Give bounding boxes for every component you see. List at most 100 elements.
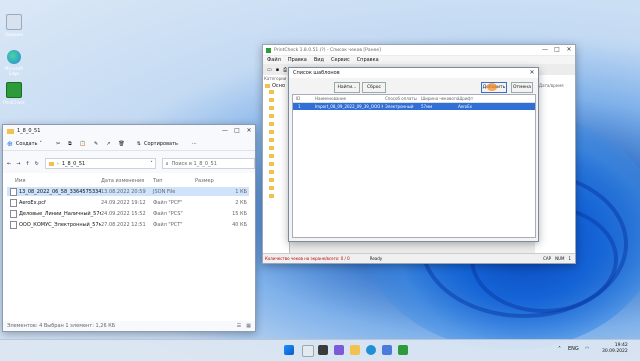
datetime-header[interactable]: Дата/время (535, 75, 575, 88)
path-box[interactable]: › 1_8_0_51 ˅ (44, 158, 156, 169)
table-row[interactable]: ООО_КОМУС_Электронный_57мм_v1_8... 27.08… (7, 220, 249, 229)
menu-service[interactable]: Сервис (331, 57, 350, 63)
paste-icon[interactable]: 📋 (80, 141, 86, 147)
clock[interactable]: 19:42 30.09.2022 (602, 343, 628, 355)
explorer-titlebar[interactable]: 1_8_0_51 — □ ✕ (3, 125, 255, 137)
folder-icon[interactable] (269, 178, 274, 182)
menu-help[interactable]: Справка (357, 57, 379, 63)
col-size[interactable]: Размер (195, 178, 214, 184)
chevron-down-icon[interactable]: ˅ (150, 161, 153, 167)
rename-icon[interactable]: ✎ (94, 141, 98, 147)
col-font[interactable]: Шрифт (458, 96, 473, 101)
share-icon[interactable]: ↗ (106, 141, 110, 147)
tiles-view-icon[interactable]: ▦ (246, 323, 251, 329)
search-box[interactable]: ⌕ Поиск в 1_8_0_51 (161, 158, 255, 169)
folder-icon[interactable] (269, 194, 274, 198)
back-icon[interactable]: ← (7, 161, 11, 167)
up-icon[interactable]: ↑ (25, 161, 29, 167)
folder-icon[interactable] (269, 170, 274, 174)
minimize-button[interactable]: — (219, 126, 231, 136)
table-row[interactable]: Деловые_Линии_Наличный_57мм_v1_8... 24.0… (7, 209, 249, 218)
table-row[interactable]: AeroEx.pcf 24.09.2022 19:12 Файл "PCF" 2… (7, 198, 249, 207)
task-view-icon[interactable] (318, 345, 328, 355)
details-view-icon[interactable]: ☰ (237, 323, 241, 329)
chevron-down-icon: ˅ (39, 141, 42, 147)
copy-icon[interactable]: ⧉ (68, 141, 72, 147)
menu-file[interactable]: Файл (267, 57, 281, 63)
folder-icon[interactable] (269, 130, 274, 134)
start-icon[interactable] (284, 345, 294, 355)
col-type[interactable]: Тип (153, 178, 163, 184)
tree-root[interactable]: Осно (265, 83, 285, 89)
wifi-icon[interactable]: ◠ (585, 346, 589, 352)
find-button[interactable]: Найти... (334, 82, 360, 93)
close-button[interactable]: ✕ (243, 126, 255, 136)
sort-button[interactable]: Сортировать (144, 141, 178, 147)
col-name[interactable]: Имя (15, 178, 26, 184)
close-button[interactable]: ✕ (526, 68, 538, 78)
col-id[interactable]: ID (296, 96, 300, 101)
table-row[interactable]: 13_08_2022_06_58_336457533416051084049 1… (7, 187, 249, 196)
maximize-button[interactable]: □ (551, 45, 563, 55)
col-date[interactable]: Дата изменения (101, 178, 144, 184)
folder-icon[interactable] (269, 186, 274, 190)
templates-table: ID Наименование Способ оплаты Ширина чек… (292, 94, 536, 238)
folder-icon[interactable] (269, 146, 274, 150)
print-icon[interactable]: ⎙ (283, 67, 287, 73)
folder-icon[interactable] (269, 138, 274, 142)
explorer-title: 1_8_0_51 (17, 128, 41, 134)
folder-icon[interactable] (269, 90, 274, 94)
cut-icon[interactable]: ✂ (56, 141, 60, 147)
maximize-button[interactable]: □ (231, 126, 243, 136)
explorer-taskbar-icon[interactable] (350, 345, 360, 355)
file-type: Файл "PCS" (153, 210, 183, 217)
file-date: 27.08.2022 12:51 (101, 221, 146, 228)
folder-icon[interactable] (269, 114, 274, 118)
printcheck-icon (6, 82, 22, 98)
table-row[interactable]: 1 Import_08_09_2022_09_39_OOO КОМУС_Э...… (293, 103, 535, 110)
forward-icon[interactable]: → (16, 161, 20, 167)
reset-button[interactable]: Сброс (362, 82, 386, 93)
templates-dialog: Список шаблонов ✕ Найти... Сброс Добавит… (288, 67, 539, 242)
refresh-icon[interactable]: ↻ (35, 161, 39, 167)
close-button[interactable]: ✕ (563, 45, 575, 55)
menu-view[interactable]: Вид (314, 57, 324, 63)
store-taskbar-icon[interactable] (382, 345, 392, 355)
app-statusbar: Количество чеков на экране/всего: 0 / 0 … (263, 253, 575, 263)
col-name[interactable]: Наименование (315, 96, 346, 101)
path-segment[interactable]: 1_8_0_51 (62, 161, 85, 167)
col-width[interactable]: Ширина чекового... (421, 96, 462, 101)
menu-edit[interactable]: Правка (288, 57, 307, 63)
save-icon[interactable]: ▪ (276, 67, 279, 73)
printcheck-title: PrintCheck 1.8.0.51 (?) - Список чеков [… (274, 47, 381, 53)
recycle-bin-icon (6, 14, 22, 30)
folder-icon[interactable] (269, 154, 274, 158)
chat-icon[interactable] (334, 345, 344, 355)
folder-icon[interactable] (269, 162, 274, 166)
receipt-list: Дата/время (535, 75, 575, 253)
cancel-button[interactable]: Отмена (511, 82, 533, 93)
desktop-icon-printcheck[interactable]: PrintCheck (2, 82, 26, 105)
template-payment: Электронный (385, 104, 414, 109)
file-icon (10, 220, 17, 229)
folder-icon[interactable] (269, 98, 274, 102)
dialog-titlebar[interactable]: Список шаблонов ✕ (289, 68, 538, 78)
search-icon[interactable] (302, 345, 314, 357)
edge-taskbar-icon[interactable] (366, 345, 376, 355)
new-icon[interactable]: ▭ (267, 67, 272, 73)
create-button[interactable]: Создать (16, 141, 38, 147)
minimize-button[interactable]: — (539, 45, 551, 55)
printcheck-titlebar[interactable]: PrintCheck 1.8.0.51 (?) - Список чеков [… (263, 45, 575, 55)
delete-icon[interactable]: 🗑 (118, 141, 124, 147)
col-payment[interactable]: Способ оплаты (385, 96, 417, 101)
desktop-icon-edge[interactable]: Microsoft Edge (2, 50, 26, 76)
templates-header: ID Наименование Способ оплаты Ширина чек… (293, 95, 535, 103)
tray-chevron-icon[interactable]: ˄ (558, 346, 561, 353)
desktop-icon-recycle-bin[interactable]: Корзина (2, 14, 26, 37)
folder-icon[interactable] (269, 106, 274, 110)
folder-icon[interactable] (269, 122, 274, 126)
language-indicator[interactable]: ENG (568, 346, 579, 352)
file-type: Файл "PCF" (153, 199, 183, 206)
printcheck-taskbar-icon[interactable] (398, 345, 408, 355)
more-icon[interactable]: ⋯ (192, 141, 197, 147)
